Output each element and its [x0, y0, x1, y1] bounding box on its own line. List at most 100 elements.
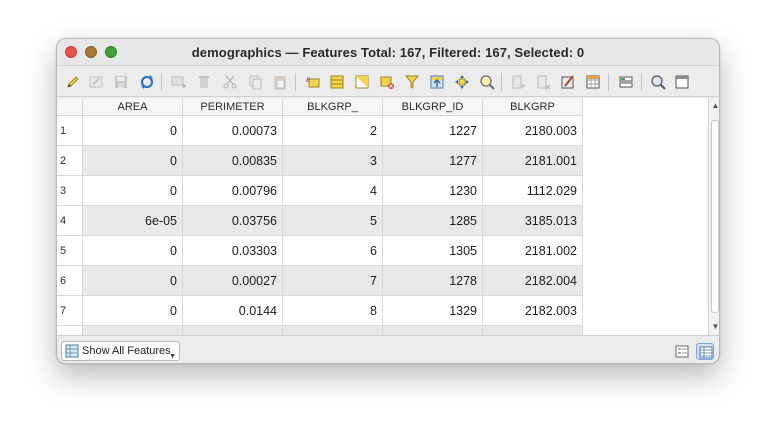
move-selection-to-top-icon[interactable]: [429, 74, 445, 90]
table-row[interactable]: 4 6e-05 0.03756 5 1285 3185.013: [57, 206, 583, 236]
copy-icon[interactable]: [247, 74, 263, 90]
cell-blkgrp-id[interactable]: 1278: [383, 266, 483, 296]
table-row[interactable]: 5 0 0.03303 6 1305 2181.002: [57, 236, 583, 266]
cell-area[interactable]: 0: [83, 146, 183, 176]
attribute-table[interactable]: AREA PERIMETER BLKGRP_ BLKGRP_ID BLKGRP …: [57, 98, 708, 335]
row-number[interactable]: [57, 326, 83, 335]
row-number[interactable]: 6: [57, 266, 83, 296]
select-all-icon[interactable]: [329, 74, 345, 90]
switch-to-form-view-button[interactable]: [673, 343, 691, 360]
cell-blkgrp-underscore[interactable]: 2: [283, 116, 383, 146]
select-by-expression-icon[interactable]: ε: [305, 74, 321, 90]
cell-area[interactable]: 6e-05: [83, 206, 183, 236]
column-header-perimeter[interactable]: PERIMETER: [183, 98, 283, 116]
cell-blkgrp-id[interactable]: 1277: [383, 146, 483, 176]
row-number[interactable]: 5: [57, 236, 83, 266]
cell-blkgrp-id[interactable]: 1227: [383, 116, 483, 146]
pan-to-selected-icon[interactable]: [454, 74, 470, 90]
cell-blkgrp[interactable]: 3185.013: [483, 206, 583, 236]
cell-perimeter[interactable]: 0.00027: [183, 266, 283, 296]
window-title: demographics — Features Total: 167, Filt…: [191, 45, 585, 60]
cell-area[interactable]: [83, 326, 183, 335]
column-header-blkgrp[interactable]: BLKGRP: [483, 98, 583, 116]
table-icon: [65, 344, 79, 358]
scroll-down-arrow-icon[interactable]: ▼: [711, 322, 719, 331]
table-row[interactable]: 6 0 0.00027 7 1278 2182.004: [57, 266, 583, 296]
deselect-all-icon[interactable]: [379, 74, 395, 90]
cell-blkgrp-underscore[interactable]: 3: [283, 146, 383, 176]
title-bar: demographics — Features Total: 167, Filt…: [57, 39, 719, 66]
table-row[interactable]: 7 0 0.0144 8 1329 2182.003: [57, 296, 583, 326]
field-calculator-icon[interactable]: [560, 74, 576, 90]
paste-icon[interactable]: [272, 74, 288, 90]
row-number[interactable]: 7: [57, 296, 83, 326]
cell-area[interactable]: 0: [83, 236, 183, 266]
toggle-editing-pencil-icon[interactable]: [65, 74, 81, 90]
cell-blkgrp[interactable]: 2181.002: [483, 236, 583, 266]
cell-blkgrp[interactable]: 2182.003: [483, 296, 583, 326]
conditional-formatting-icon[interactable]: [585, 74, 601, 90]
cell-area[interactable]: 0: [83, 296, 183, 326]
cell-blkgrp-id[interactable]: 1329: [383, 296, 483, 326]
table-row[interactable]: 3 0 0.00796 4 1230 1112.029: [57, 176, 583, 206]
cell-blkgrp-id[interactable]: 1305: [383, 236, 483, 266]
column-header-blkgrp-id[interactable]: BLKGRP_ID: [383, 98, 483, 116]
cell-blkgrp-underscore[interactable]: [283, 326, 383, 335]
table-header: AREA PERIMETER BLKGRP_ BLKGRP_ID BLKGRP: [57, 98, 708, 116]
cell-perimeter[interactable]: 0.03303: [183, 236, 283, 266]
show-all-features-label: Show All Features: [82, 345, 171, 357]
column-header-blkgrp-underscore[interactable]: BLKGRP_: [283, 98, 383, 116]
table-row-partial[interactable]: [57, 326, 583, 335]
cell-area[interactable]: 0: [83, 116, 183, 146]
cell-perimeter[interactable]: 0.0144: [183, 296, 283, 326]
cell-blkgrp-id[interactable]: [383, 326, 483, 335]
scroll-up-arrow-icon[interactable]: ▲: [711, 101, 719, 110]
cell-blkgrp[interactable]: 2182.004: [483, 266, 583, 296]
row-number[interactable]: 3: [57, 176, 83, 206]
cell-blkgrp-id[interactable]: 1285: [383, 206, 483, 236]
delete-icon[interactable]: [196, 74, 212, 90]
cell-blkgrp-underscore[interactable]: 4: [283, 176, 383, 206]
scrollbar-thumb[interactable]: [711, 120, 719, 313]
cell-area[interactable]: 0: [83, 266, 183, 296]
cell-perimeter[interactable]: [183, 326, 283, 335]
row-number[interactable]: 1: [57, 116, 83, 146]
cell-blkgrp-underscore[interactable]: 6: [283, 236, 383, 266]
cell-blkgrp[interactable]: 1112.029: [483, 176, 583, 206]
multi-edit-icon[interactable]: [88, 74, 104, 90]
cell-area[interactable]: 0: [83, 176, 183, 206]
cell-blkgrp-underscore[interactable]: 5: [283, 206, 383, 236]
zoom-to-selected-icon[interactable]: [479, 74, 495, 90]
row-number[interactable]: 4: [57, 206, 83, 236]
table-row[interactable]: 1 0 0.00073 2 1227 2180.003: [57, 116, 583, 146]
show-all-features-dropdown[interactable]: Show All Features ▼: [61, 341, 180, 361]
cell-blkgrp-id[interactable]: 1230: [383, 176, 483, 206]
actions-icon[interactable]: [618, 74, 634, 90]
filter-icon[interactable]: [404, 74, 420, 90]
vertical-scrollbar[interactable]: ▲ ▼: [708, 98, 719, 335]
organize-columns-icon[interactable]: [674, 74, 690, 90]
cell-blkgrp-underscore[interactable]: 7: [283, 266, 383, 296]
cell-blkgrp[interactable]: [483, 326, 583, 335]
delete-field-icon[interactable]: [535, 74, 551, 90]
cell-blkgrp[interactable]: 2180.003: [483, 116, 583, 146]
cell-perimeter[interactable]: 0.00835: [183, 146, 283, 176]
save-icon[interactable]: [113, 74, 129, 90]
toolbar: ε: [57, 67, 719, 97]
switch-to-table-view-button[interactable]: [696, 343, 714, 360]
reload-icon[interactable]: [139, 74, 155, 90]
table-corner[interactable]: [57, 98, 83, 116]
cut-icon[interactable]: [222, 74, 238, 90]
table-row[interactable]: 2 0 0.00835 3 1277 2181.001: [57, 146, 583, 176]
cell-perimeter[interactable]: 0.03756: [183, 206, 283, 236]
cell-perimeter[interactable]: 0.00073: [183, 116, 283, 146]
column-header-area[interactable]: AREA: [83, 98, 183, 116]
new-field-icon[interactable]: [510, 74, 526, 90]
dock-attribute-table-icon[interactable]: [650, 74, 666, 90]
add-feature-icon[interactable]: [170, 74, 186, 90]
cell-perimeter[interactable]: 0.00796: [183, 176, 283, 206]
row-number[interactable]: 2: [57, 146, 83, 176]
cell-blkgrp[interactable]: 2181.001: [483, 146, 583, 176]
invert-selection-icon[interactable]: [354, 74, 370, 90]
cell-blkgrp-underscore[interactable]: 8: [283, 296, 383, 326]
